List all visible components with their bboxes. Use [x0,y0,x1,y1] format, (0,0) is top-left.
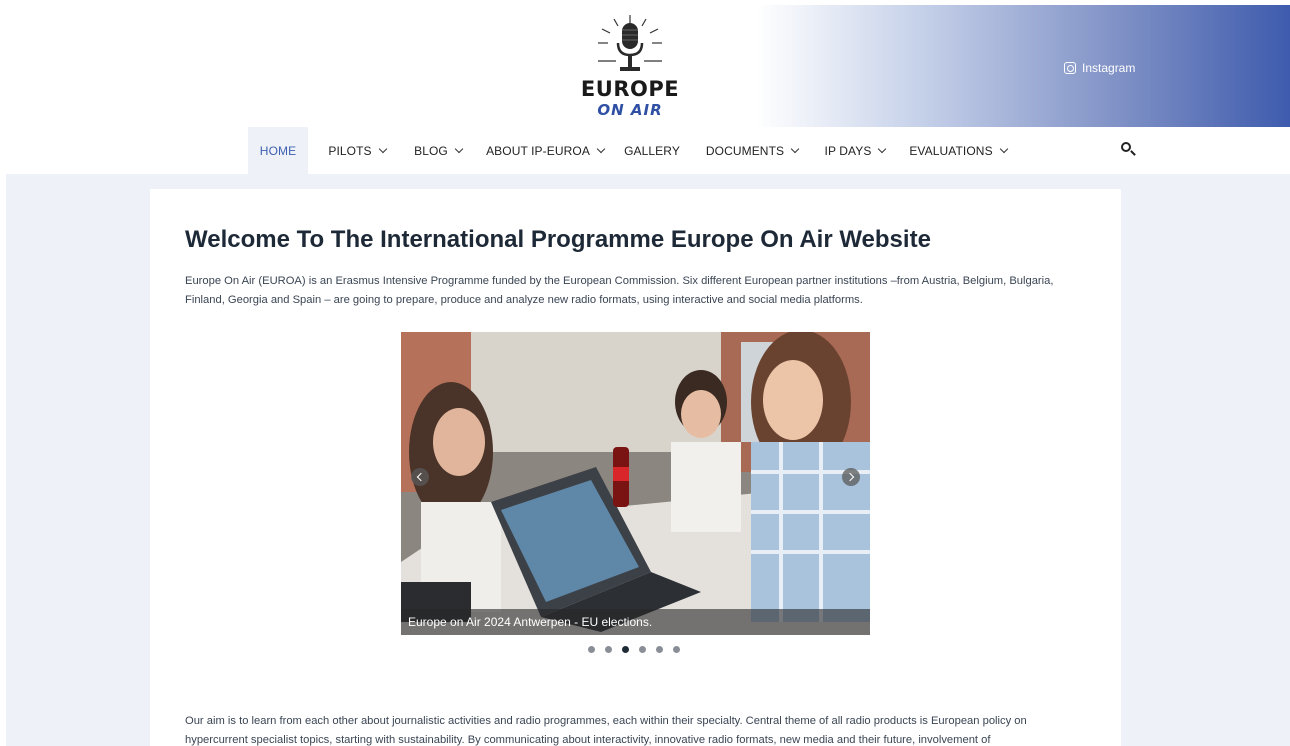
nav-item-about-ip-euroa[interactable]: ABOUT IP-EUROA [480,127,610,174]
chevron-down-icon [454,144,464,153]
nav-item-label: HOME [259,143,297,158]
slider-prev-arrow-icon[interactable] [411,468,429,486]
chevron-down-icon [596,144,606,153]
instagram-label: Instagram [1082,61,1136,75]
nav-item-evaluations[interactable]: EVALUATIONS [904,127,1012,174]
slider-dot[interactable] [639,646,646,653]
nav-item-label: DOCUMENTS [705,143,785,158]
nav-item-label: ABOUT IP-EUROA [486,143,590,158]
logo-text-europe: EUROPE [580,77,680,101]
nav-item-home[interactable]: HOME [248,127,308,174]
main-navigation: HOME PILOTS BLOG ABOUT IP-EUROA GALLERY … [6,127,1290,174]
chevron-down-icon [999,144,1008,153]
image-slider[interactable]: Europe on Air 2024 Antwerpen - EU electi… [401,332,870,635]
nav-item-label: BLOG [414,143,448,158]
page-title: Welcome To The International Programme E… [185,226,931,253]
slide-caption: Europe on Air 2024 Antwerpen - EU electi… [401,609,870,635]
header-gradient-banner [756,5,1290,127]
chevron-down-icon [878,144,887,153]
slider-pagination [588,646,680,653]
instagram-link[interactable]: Instagram [1064,61,1135,75]
nav-item-label: GALLERY [624,143,680,158]
chevron-down-icon [378,144,387,153]
slider-dot[interactable] [656,646,663,653]
nav-item-label: PILOTS [328,143,372,158]
logo-text-on-air: ON AIR [597,101,663,119]
nav-item-label: EVALUATIONS [909,143,993,158]
nav-item-pilots[interactable]: PILOTS [318,127,396,174]
search-icon[interactable] [1121,142,1137,158]
slider-dot[interactable] [588,646,595,653]
aim-paragraph: Our aim is to learn from each other abou… [185,715,1027,746]
slider-dot[interactable] [605,646,612,653]
slider-dot-active[interactable] [622,646,629,653]
slider-dot[interactable] [673,646,680,653]
slide-photo [401,332,870,635]
intro-paragraph: Europe On Air (EUROA) is an Erasmus Inte… [185,275,1054,306]
chevron-down-icon [790,144,800,153]
nav-item-ip-days[interactable]: IP DAYS [816,127,894,174]
nav-item-documents[interactable]: DOCUMENTS [698,127,806,174]
slider-next-arrow-icon[interactable] [842,468,860,486]
site-header: EUROPE ON AIR Instagram [6,5,1290,127]
nav-item-gallery[interactable]: GALLERY [618,127,686,174]
nav-item-blog[interactable]: BLOG [404,127,472,174]
instagram-icon [1064,62,1076,74]
site-logo[interactable]: EUROPE ON AIR [574,13,686,123]
microphone-icon [598,15,662,71]
nav-item-label: IP DAYS [824,143,872,158]
